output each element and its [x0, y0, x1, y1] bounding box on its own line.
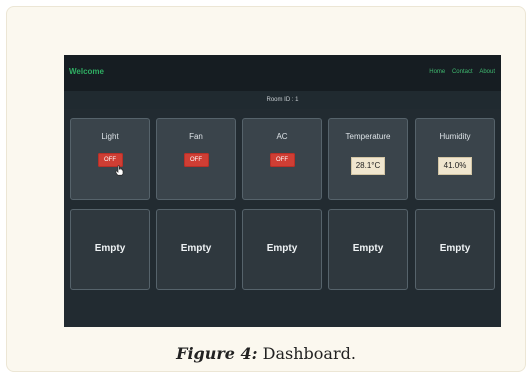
figure-number: Figure 4: [176, 344, 258, 363]
nav-links: Home Contact About [424, 69, 495, 75]
empty-slot-card[interactable]: Empty [70, 209, 150, 290]
empty-slot-label: Empty [439, 243, 471, 254]
hand-pointer-icon [115, 165, 124, 176]
empty-slot-label: Empty [94, 243, 126, 254]
figure-caption: Figure 4: Dashboard. [7, 344, 525, 363]
empty-slot-card[interactable]: Empty [328, 209, 408, 290]
humidity-value: 41.0% [438, 157, 472, 175]
ac-label: AC [276, 132, 288, 141]
temperature-label: Temperature [345, 132, 391, 141]
fan-card: Fan OFF [156, 118, 236, 200]
ac-toggle-button[interactable]: OFF [269, 153, 295, 167]
room-id-label: Room ID : 1 [64, 91, 501, 109]
nav-about-link[interactable]: About [479, 69, 495, 75]
temperature-value: 28.1°C [351, 157, 385, 175]
figure-frame: Welcome Home Contact About Room ID : 1 L… [6, 6, 526, 372]
top-navbar: Welcome Home Contact About [64, 55, 501, 91]
nav-contact-link[interactable]: Contact [452, 69, 473, 75]
fan-label: Fan [189, 132, 203, 141]
humidity-card: Humidity 41.0% [415, 118, 495, 200]
empty-slot-card[interactable]: Empty [415, 209, 495, 290]
empty-slot-label: Empty [180, 243, 212, 254]
empty-slot-card[interactable]: Empty [242, 209, 322, 290]
brand-title: Welcome [69, 67, 104, 76]
fan-toggle-button[interactable]: OFF [183, 153, 209, 167]
light-card: Light OFF [70, 118, 150, 200]
light-label: Light [101, 132, 119, 141]
caption-text: Dashboard. [257, 344, 356, 363]
nav-home-link[interactable]: Home [429, 69, 445, 75]
empty-slot-card[interactable]: Empty [156, 209, 236, 290]
ac-card: AC OFF [242, 118, 322, 200]
empty-slot-label: Empty [266, 243, 298, 254]
dashboard-screenshot: Welcome Home Contact About Room ID : 1 L… [64, 55, 501, 327]
temperature-card: Temperature 28.1°C [328, 118, 408, 200]
humidity-label: Humidity [439, 132, 471, 141]
empty-slot-label: Empty [352, 243, 384, 254]
